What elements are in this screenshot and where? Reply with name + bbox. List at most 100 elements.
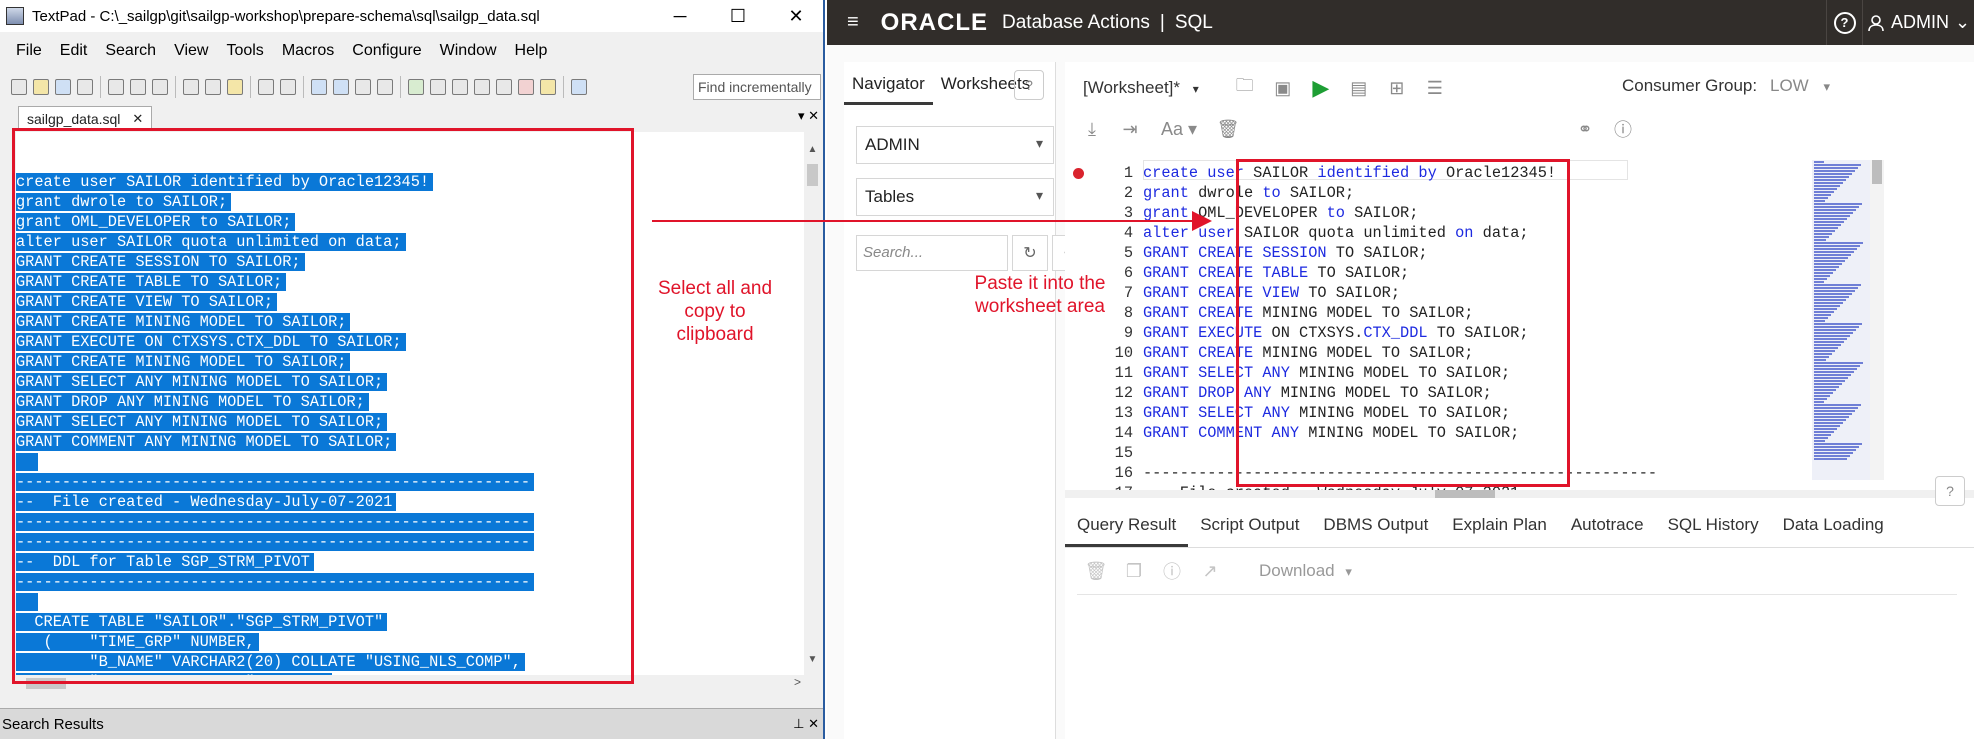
menu-window[interactable]: Window — [431, 42, 506, 60]
new-file-icon[interactable] — [11, 79, 27, 95]
undo-icon[interactable] — [258, 79, 274, 95]
copy-icon[interactable]: ❐ — [1122, 559, 1146, 583]
spell-check-icon[interactable] — [152, 79, 168, 95]
open-external-icon[interactable]: ↗ — [1198, 559, 1222, 583]
chevron-down-icon: ⌄ — [1954, 12, 1971, 32]
trash-icon[interactable]: 🗑 — [1084, 559, 1108, 583]
tab-dbms-output[interactable]: DBMS Output — [1311, 515, 1440, 535]
menu-file[interactable]: File — [0, 42, 51, 60]
minimap-line — [1814, 413, 1852, 415]
navigator-help-icon[interactable]: ? — [1014, 70, 1044, 100]
save-icon[interactable] — [55, 79, 71, 95]
minimap-line — [1814, 251, 1854, 253]
tab-script-output[interactable]: Script Output — [1188, 515, 1311, 535]
object-search-input[interactable]: Search... — [856, 235, 1008, 271]
refresh-button[interactable]: ↻ — [1012, 235, 1048, 271]
replace-icon[interactable] — [518, 79, 534, 95]
minimap-line — [1814, 392, 1833, 394]
find-icon[interactable] — [496, 79, 512, 95]
close-button[interactable]: ✕ — [767, 0, 823, 32]
minimap-line — [1814, 176, 1849, 178]
object-type-select[interactable]: Tables ▾ — [856, 178, 1054, 216]
worksheet-selector[interactable]: [Worksheet]* ▾ — [1083, 78, 1199, 98]
spelling-icon[interactable] — [430, 79, 446, 95]
consumer-group-select[interactable]: LOW ▾ — [1770, 76, 1830, 96]
find-in-files-icon[interactable] — [540, 79, 556, 95]
save-all-icon[interactable] — [77, 79, 93, 95]
menu-tools[interactable]: Tools — [217, 42, 272, 60]
format-icon[interactable]: ⇥ — [1118, 117, 1142, 141]
copy-icon[interactable] — [205, 79, 221, 95]
find-replace-icon[interactable]: ⚭ — [1573, 117, 1597, 141]
find-incrementally-input[interactable]: Find incrementally — [693, 74, 821, 100]
outdent-icon[interactable] — [333, 79, 349, 95]
tab-data-loading[interactable]: Data Loading — [1771, 515, 1896, 535]
cut-icon[interactable] — [183, 79, 199, 95]
scrollbar-thumb[interactable] — [1872, 160, 1882, 184]
minimap-line — [1814, 371, 1854, 373]
print-icon[interactable] — [108, 79, 124, 95]
menu-help[interactable]: Help — [506, 42, 557, 60]
menu-search[interactable]: Search — [96, 42, 165, 60]
hamburger-menu-icon[interactable]: ≡ — [847, 11, 859, 34]
tab-query-result[interactable]: Query Result — [1065, 515, 1189, 547]
minimap-line — [1814, 329, 1856, 331]
search-results-controls[interactable]: ⊥ ✕ — [793, 716, 819, 732]
document-controls[interactable]: ▾ ✕ — [798, 108, 819, 124]
scrollbar-thumb[interactable] — [1435, 490, 1495, 498]
show-paragraph-icon[interactable] — [377, 79, 393, 95]
explain-plan-icon[interactable]: ⊞ — [1385, 76, 1409, 100]
autotrace-icon[interactable]: ☰ — [1423, 76, 1447, 100]
result-toolbar: 🗑 ❐ ⓘ ↗ Download ▾ — [1065, 548, 1974, 594]
schema-select[interactable]: ADMIN ▾ — [856, 126, 1054, 164]
download-icon[interactable]: ⤓ — [1080, 117, 1104, 141]
word-wrap-icon[interactable] — [355, 79, 371, 95]
tab-sql-history[interactable]: SQL History — [1656, 515, 1771, 535]
menu-view[interactable]: View — [165, 42, 217, 60]
minimap-line — [1814, 254, 1851, 256]
help-icon[interactable]: ⓘ — [1611, 117, 1635, 141]
download-menu[interactable]: Download ▾ — [1259, 561, 1352, 581]
print-preview-icon[interactable] — [130, 79, 146, 95]
run-statement-icon[interactable]: ▶ — [1309, 75, 1333, 100]
scroll-up-icon[interactable]: ▲ — [804, 144, 821, 155]
menu-macros[interactable]: Macros — [273, 42, 343, 60]
user-menu[interactable]: ADMIN ⌄ — [1862, 0, 1974, 45]
paste-icon[interactable] — [227, 79, 243, 95]
editor-horizontal-scrollbar[interactable] — [1065, 490, 1974, 498]
product-name: Database Actions — [1002, 11, 1150, 33]
browser-view-icon[interactable] — [408, 79, 424, 95]
minimize-button[interactable]: ─ — [651, 0, 709, 32]
document-tab[interactable]: sailgp_data.sql ✕ — [18, 106, 153, 130]
tab-explain-plan[interactable]: Explain Plan — [1440, 515, 1559, 535]
text-case-icon[interactable]: Aa ▾ — [1156, 117, 1202, 141]
bullet-icon[interactable] — [571, 79, 587, 95]
help-button[interactable]: ? — [1826, 0, 1862, 45]
sort-icon[interactable] — [452, 79, 468, 95]
tab-autotrace[interactable]: Autotrace — [1559, 515, 1656, 535]
tab-navigator[interactable]: Navigator — [844, 74, 933, 105]
menu-configure[interactable]: Configure — [343, 42, 430, 60]
trash-icon[interactable]: 🗑 — [1216, 117, 1240, 141]
scrollbar-thumb[interactable] — [807, 164, 818, 186]
scroll-down-icon[interactable]: ▼ — [804, 654, 821, 665]
menu-edit[interactable]: Edit — [51, 42, 97, 60]
redo-icon[interactable] — [280, 79, 296, 95]
maximize-button[interactable]: ☐ — [709, 0, 767, 32]
open-file-icon[interactable] — [33, 79, 49, 95]
info-icon[interactable]: ⓘ — [1160, 559, 1184, 583]
minimap-line — [1814, 449, 1856, 451]
editor-minimap[interactable] — [1812, 160, 1870, 480]
open-folder-icon[interactable]: 🗀 — [1233, 75, 1257, 100]
indent-icon[interactable] — [311, 79, 327, 95]
vertical-scrollbar[interactable]: ▲ ▼ — [804, 132, 821, 675]
run-script-icon[interactable]: ▤ — [1347, 76, 1371, 100]
minimap-line — [1814, 443, 1862, 445]
schema-select-value: ADMIN — [865, 135, 920, 154]
scroll-right-icon[interactable]: > — [794, 675, 801, 689]
textpad-title: TextPad - C:\_sailgp\git\sailgp-workshop… — [32, 7, 540, 25]
compare-icon[interactable] — [474, 79, 490, 95]
save-icon[interactable]: ▣ — [1271, 76, 1295, 100]
editor-vertical-scrollbar[interactable] — [1870, 160, 1884, 480]
tab-close-icon[interactable]: ✕ — [132, 111, 143, 127]
